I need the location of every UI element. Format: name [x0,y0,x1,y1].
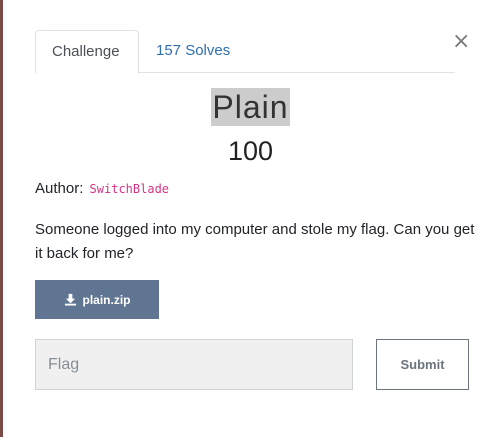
submit-button[interactable]: Submit [376,339,469,390]
window-edge [0,0,3,437]
download-file-button[interactable]: plain.zip [35,280,159,319]
author-line: Author: SwitchBlade [35,179,169,199]
challenge-title-wrap: Plain [0,88,501,126]
challenge-title: Plain [211,88,290,126]
challenge-tabs: Challenge 157 Solves [35,30,455,74]
author-label: Author: [35,180,84,197]
challenge-description: Someone logged into my computer and stol… [35,221,475,262]
tab-solves[interactable]: 157 Solves [140,30,246,71]
download-icon [64,293,77,306]
tab-challenge[interactable]: Challenge [35,30,139,74]
download-file-label: plain.zip [82,292,131,307]
author-name: SwitchBlade [89,182,170,196]
challenge-points: 100 [227,136,274,166]
flag-input[interactable] [35,339,353,390]
